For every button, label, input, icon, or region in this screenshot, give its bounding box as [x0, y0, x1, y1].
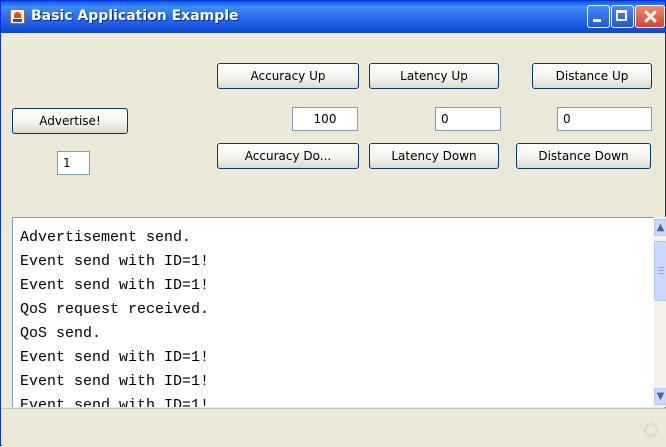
arrow-down-icon[interactable]: ▼ [654, 388, 666, 405]
latency-down-button[interactable]: Latency Down [369, 143, 499, 169]
distance-up-button[interactable]: Distance Up [532, 63, 652, 89]
grip-line [658, 270, 664, 271]
distance-value-field[interactable]: 0 [557, 107, 652, 131]
status-bar [2, 408, 666, 447]
log-line: Event send with ID=1! [20, 253, 210, 270]
java-app-icon[interactable] [10, 9, 25, 24]
log-line: Event send with ID=1! [20, 349, 210, 366]
vertical-scrollbar[interactable]: ▲ ▼ [654, 217, 666, 407]
grip-line [658, 267, 664, 268]
log-line: Event send with ID=1! [20, 277, 210, 294]
busy-indicator-icon [644, 423, 658, 437]
accuracy-down-button[interactable]: Accuracy Do... [217, 143, 359, 169]
log-line: Event send with ID=1! [20, 397, 210, 407]
latency-value-field[interactable]: 0 [435, 107, 501, 131]
accuracy-up-button[interactable]: Accuracy Up [217, 63, 359, 89]
distance-down-button[interactable]: Distance Down [516, 143, 651, 169]
accuracy-value-field[interactable]: 100 [292, 107, 358, 131]
latency-up-button[interactable]: Latency Up [369, 63, 499, 89]
id-field[interactable]: 1 [57, 151, 90, 175]
minimize-icon[interactable] [587, 5, 610, 28]
close-icon[interactable] [635, 5, 665, 28]
grip-line [658, 273, 664, 274]
application-window: Basic Application Example Advertise! 1 A… [0, 0, 666, 447]
log-output-area[interactable]: Advertisement send. Event send with ID=1… [12, 217, 654, 407]
arrow-up-icon[interactable]: ▲ [654, 219, 666, 236]
title-bar[interactable]: Basic Application Example [1, 1, 665, 33]
log-line: QoS send. [20, 325, 102, 342]
window-title: Basic Application Example [31, 8, 239, 24]
advertise-button[interactable]: Advertise! [12, 108, 128, 134]
log-line: Event send with ID=1! [20, 373, 210, 390]
log-line: Advertisement send. [20, 229, 192, 246]
log-line: QoS request received. [20, 301, 210, 318]
maximize-icon[interactable] [611, 5, 634, 28]
scrollbar-thumb[interactable] [654, 241, 666, 301]
